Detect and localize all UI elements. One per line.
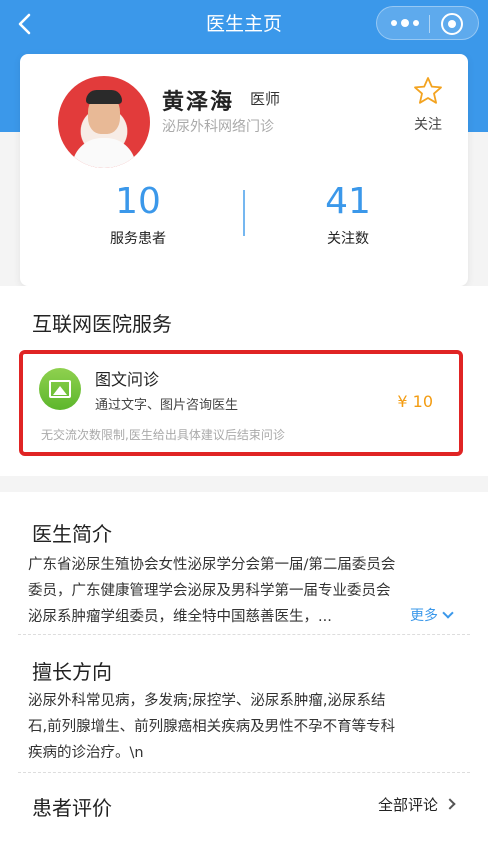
specialty-text: 泌尿外科常见病，多发病;尿控学、泌尿系肿瘤,泌尿系结 石,前列腺增生、前列腺癌相… [28,688,464,766]
service-note: 无交流次数限制,医生给出具体建议后结束问诊 [41,428,285,442]
all-comments-label: 全部评论 [378,796,439,814]
stat-value: 41 [325,181,371,222]
doctor-title: 医师 [250,90,281,108]
service-desc: 通过文字、图片咨询医生 [95,398,239,413]
specialty-title: 擅长方向 [32,660,112,684]
stat-divider [243,190,245,236]
specialty-line: 泌尿外科常见病，多发病;尿控学、泌尿系肿瘤,泌尿系结 [28,693,386,709]
stat-patients-served: 10 服务患者 [78,182,198,248]
intro-line: 委员，广东健康管理学会泌尿及男科学第一届专业委员会 [28,583,391,599]
intro-text: 广东省泌尿生殖协会女性泌尿学分会第一届/第二届委员会 委员，广东健康管理学会泌尿… [28,552,464,630]
intro-line: 广东省泌尿生殖协会女性泌尿学分会第一届/第二届委员会 [28,557,396,573]
avatar [58,76,150,168]
all-comments-link[interactable]: 全部评论 [378,794,456,815]
target-circle-icon[interactable] [441,13,463,35]
specialty-line: 石,前列腺增生、前列腺癌相关疾病及男性不孕不育等专科 [28,719,396,735]
chevron-right-icon [444,798,456,810]
doctor-name: 黄泽海 [162,90,235,115]
follow-label: 关注 [414,117,442,133]
doctor-department: 泌尿外科网络门诊 [162,119,274,135]
stat-label: 服务患者 [110,231,166,247]
intro-title: 医生简介 [32,522,112,546]
service-price: ¥ 10 [397,392,433,411]
chevron-down-icon [442,607,454,619]
more-button[interactable]: 更多 [404,605,454,625]
doctor-profile-card: 黄泽海 医师 泌尿外科网络门诊 关注 10 服务患者 41 关注数 [20,54,468,286]
services-section: 互联网医院服务 图文问诊 通过文字、图片咨询医生 ¥ 10 无交流次数限制,医生… [0,286,488,476]
stat-label: 关注数 [327,231,369,247]
divider [18,634,470,635]
stat-followers: 41 关注数 [288,182,408,248]
reviews-title: 患者评价 [32,796,112,820]
capsule-divider [429,15,430,33]
image-icon [39,368,81,410]
star-outline-icon [413,76,443,106]
service-name: 图文问诊 [95,370,160,389]
follow-button[interactable]: 关注 [404,76,452,134]
intro-line: 泌尿系肿瘤学组委员，维全特中国慈善医生，... [28,609,332,625]
stat-value: 10 [115,181,161,222]
mini-program-capsule [376,6,479,40]
services-title: 互联网医院服务 [32,312,172,336]
more-label: 更多 [410,608,438,624]
doctor-details-section: 医生简介 广东省泌尿生殖协会女性泌尿学分会第一届/第二届委员会 委员，广东健康管… [0,492,488,845]
divider [18,772,470,773]
text-consultation-item[interactable]: 图文问诊 通过文字、图片咨询医生 ¥ 10 无交流次数限制,医生给出具体建议后结… [19,350,463,456]
more-dots-icon[interactable] [385,7,425,39]
specialty-line: 疾病的诊治疗。\n [28,745,144,761]
